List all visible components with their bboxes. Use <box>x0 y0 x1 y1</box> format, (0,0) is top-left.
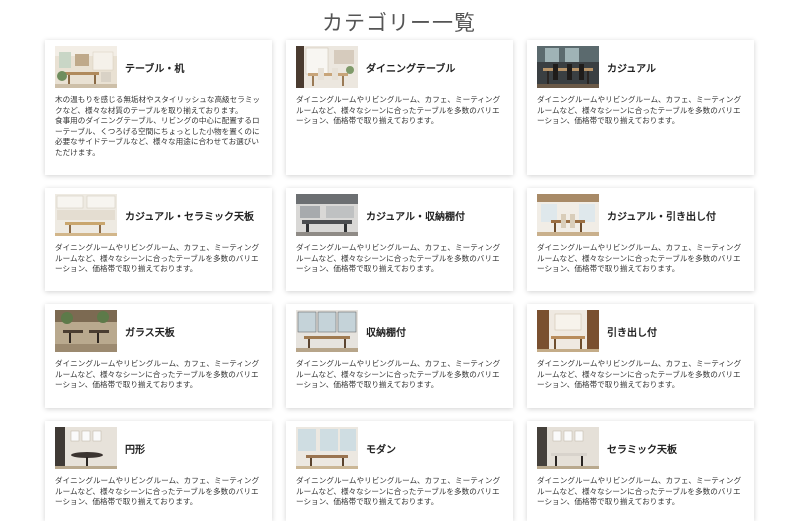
card-header: テーブル・机 <box>55 46 262 88</box>
card-header: 収納棚付 <box>296 310 503 352</box>
card-title[interactable]: カジュアル・引き出し付 <box>607 208 716 223</box>
card-header: カジュアル・引き出し付 <box>537 194 744 236</box>
modern-dining-photo-icon[interactable] <box>296 427 358 469</box>
bright-dining-photo-icon[interactable] <box>537 194 599 236</box>
category-card-dining-table[interactable]: ダイニングテーブル ダイニングルームやリビングルーム、カフェ、ミーティングルーム… <box>286 40 513 175</box>
category-card-modern[interactable]: モダン ダイニングルームやリビングルーム、カフェ、ミーティングルームなど、様々な… <box>286 421 513 521</box>
card-header: カジュアル <box>537 46 744 88</box>
casual-dining-photo-icon[interactable] <box>537 46 599 88</box>
card-description: ダイニングルームやリビングルーム、カフェ、ミーティングルームなど、様々なシーンに… <box>296 359 501 390</box>
category-card-drawer[interactable]: 引き出し付 ダイニングルームやリビングルーム、カフェ、ミーティングルームなど、様… <box>527 304 754 408</box>
card-title[interactable]: カジュアル <box>607 60 656 75</box>
card-description: ダイニングルームやリビングルーム、カフェ、ミーティングルームなど、様々なシーンに… <box>296 243 501 274</box>
card-title[interactable]: 円形 <box>125 441 145 456</box>
category-card-casual-ceramic[interactable]: カジュアル・セラミック天板 ダイニングルームやリビングルーム、カフェ、ミーティン… <box>45 188 272 291</box>
card-title[interactable]: ダイニングテーブル <box>366 60 455 75</box>
card-description: ダイニングルームやリビングルーム、カフェ、ミーティングルームなど、様々なシーンに… <box>55 359 260 390</box>
card-header: カジュアル・セラミック天板 <box>55 194 262 236</box>
card-description: ダイニングルームやリビングルーム、カフェ、ミーティングルームなど、様々なシーンに… <box>537 359 742 390</box>
card-description: ダイニングルームやリビングルーム、カフェ、ミーティングルームなど、様々なシーンに… <box>55 243 260 274</box>
cafe-terrace-photo-icon[interactable] <box>55 310 117 352</box>
card-title[interactable]: カジュアル・セラミック天板 <box>125 208 254 223</box>
card-header: ダイニングテーブル <box>296 46 503 88</box>
category-card-casual-drawer[interactable]: カジュアル・引き出し付 ダイニングルームやリビングルーム、カフェ、ミーティングル… <box>527 188 754 291</box>
dining-room-photo-icon[interactable] <box>296 46 358 88</box>
card-title[interactable]: カジュアル・収納棚付 <box>366 208 465 223</box>
page-title: カテゴリー一覧 <box>322 11 476 35</box>
wood-wall-dining-photo-icon[interactable] <box>537 310 599 352</box>
ceramic-table-photo-icon[interactable] <box>537 427 599 469</box>
card-title[interactable]: ガラス天板 <box>125 324 175 339</box>
category-grid: テーブル・机 木の温もりを感じる無垢材やスタイリッシュな高級セラミックなど、様々… <box>45 40 754 521</box>
card-header: 引き出し付 <box>537 310 744 352</box>
card-description: ダイニングルームやリビングルーム、カフェ、ミーティングルームなど、様々なシーンに… <box>296 476 501 507</box>
card-title[interactable]: モダン <box>366 441 396 456</box>
card-title[interactable]: セラミック天板 <box>607 441 677 456</box>
card-header: ガラス天板 <box>55 310 262 352</box>
category-card-round[interactable]: 円形 ダイニングルームやリビングルーム、カフェ、ミーティングルームなど、様々なシ… <box>45 421 272 521</box>
card-header: カジュアル・収納棚付 <box>296 194 503 236</box>
category-card-table-desk[interactable]: テーブル・机 木の温もりを感じる無垢材やスタイリッシュな高級セラミックなど、様々… <box>45 40 272 175</box>
card-title[interactable]: 引き出し付 <box>607 324 657 339</box>
card-title[interactable]: 収納棚付 <box>366 324 406 339</box>
card-description: ダイニングルームやリビングルーム、カフェ、ミーティングルームなど、様々なシーンに… <box>537 243 742 274</box>
kitchen-photo-icon[interactable] <box>55 194 117 236</box>
category-card-ceramic-top[interactable]: セラミック天板 ダイニングルームやリビングルーム、カフェ、ミーティングルームなど… <box>527 421 754 521</box>
living-room-photo-icon[interactable] <box>55 46 117 88</box>
card-description: ダイニングルームやリビングルーム、カフェ、ミーティングルームなど、様々なシーンに… <box>55 476 260 507</box>
round-table-photo-icon[interactable] <box>55 427 117 469</box>
card-header: モダン <box>296 427 503 469</box>
category-card-glass-top[interactable]: ガラス天板 ダイニングルームやリビングルーム、カフェ、ミーティングルームなど、様… <box>45 304 272 408</box>
card-description: 木の温もりを感じる無垢材やスタイリッシュな高級セラミックなど、様々な材質のテーブ… <box>55 95 261 157</box>
card-description: ダイニングルームやリビングルーム、カフェ、ミーティングルームなど、様々なシーンに… <box>296 95 501 126</box>
card-header: セラミック天板 <box>537 427 744 469</box>
card-title[interactable]: テーブル・机 <box>125 60 184 75</box>
category-card-casual[interactable]: カジュアル ダイニングルームやリビングルーム、カフェ、ミーティングルームなど、様… <box>527 40 754 175</box>
card-description: ダイニングルームやリビングルーム、カフェ、ミーティングルームなど、様々なシーンに… <box>537 95 742 126</box>
window-dining-photo-icon[interactable] <box>296 310 358 352</box>
card-header: 円形 <box>55 427 262 469</box>
category-card-casual-storage[interactable]: カジュアル・収納棚付 ダイニングルームやリビングルーム、カフェ、ミーティングルー… <box>286 188 513 291</box>
card-description: ダイニングルームやリビングルーム、カフェ、ミーティングルームなど、様々なシーンに… <box>537 476 742 507</box>
open-kitchen-photo-icon[interactable] <box>296 194 358 236</box>
category-card-storage[interactable]: 収納棚付 ダイニングルームやリビングルーム、カフェ、ミーティングルームなど、様々… <box>286 304 513 408</box>
